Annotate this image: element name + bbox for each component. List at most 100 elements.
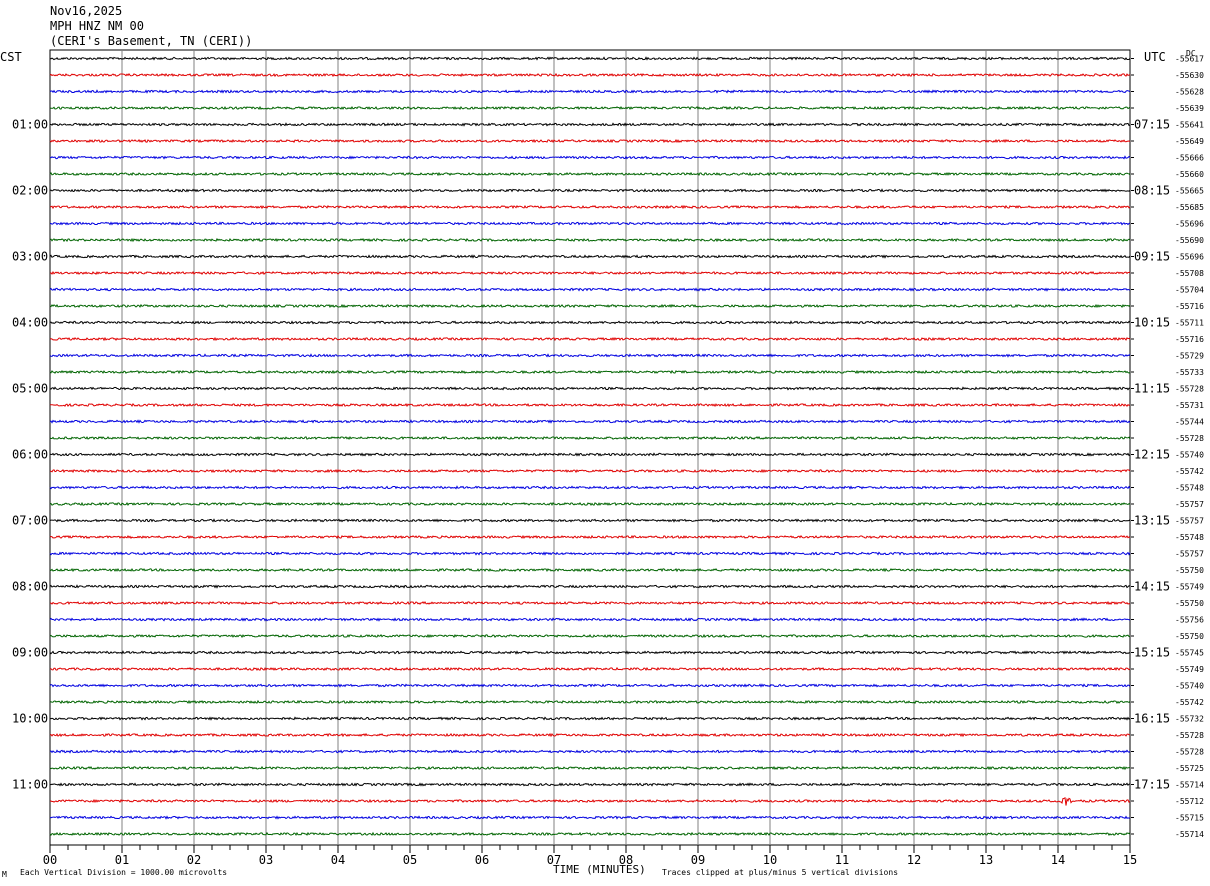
seismic-trace (49, 237, 1131, 243)
right-hour-label: 14:15 (1134, 580, 1170, 594)
seismic-trace (49, 501, 1131, 507)
dc-offset-label: -55714 (1175, 781, 1204, 790)
x-tick-label: 02 (187, 853, 201, 867)
right-hour-label: 17:15 (1134, 778, 1170, 792)
seismic-trace (49, 105, 1131, 111)
dc-offset-label: -55665 (1175, 187, 1204, 196)
clip-note: Traces clipped at plus/minus 5 vertical … (662, 868, 899, 877)
seismic-trace (49, 138, 1131, 144)
dc-offset-label: -55744 (1175, 418, 1204, 427)
dc-offset-label: -55728 (1175, 385, 1204, 394)
seismic-trace (49, 386, 1131, 391)
dc-offset-label: -55729 (1175, 352, 1204, 361)
dc-offset-label: -55641 (1175, 121, 1204, 130)
seismic-trace (49, 72, 1131, 78)
left-hour-label: 03:00 (12, 250, 48, 264)
left-hour-label: 07:00 (12, 514, 48, 528)
seismic-trace (49, 765, 1131, 771)
dc-offset-label: -55690 (1175, 236, 1204, 245)
seismic-trace (49, 122, 1131, 127)
seismic-trace (49, 56, 1131, 61)
dc-offset-label: -55728 (1175, 748, 1204, 757)
seismic-trace (49, 320, 1131, 325)
dc-offset-label: -55757 (1175, 550, 1204, 559)
dc-offset-label: -55757 (1175, 517, 1204, 526)
dc-offset-label: -55716 (1175, 335, 1204, 344)
seismic-trace (49, 600, 1131, 606)
dc-offset-label: -55728 (1175, 731, 1204, 740)
x-axis-title: TIME (MINUTES) (553, 863, 646, 876)
dc-offset-label: -55750 (1175, 566, 1204, 575)
x-tick-label: 09 (691, 853, 705, 867)
seismic-trace (49, 716, 1131, 721)
x-tick-label: 12 (907, 853, 921, 867)
logo: M (2, 870, 7, 879)
x-tick-label: 11 (835, 853, 849, 867)
dc-offset-label: -55750 (1175, 599, 1204, 608)
seismic-trace (49, 567, 1131, 573)
dc-offset-label: -55733 (1175, 368, 1204, 377)
seismic-trace (49, 782, 1131, 787)
seismic-trace (49, 485, 1131, 490)
seismic-trace (49, 303, 1131, 309)
seismic-trace (49, 617, 1131, 622)
plot-frame (49, 49, 1131, 846)
left-hour-label: 04:00 (12, 316, 48, 330)
x-tick-label: 04 (331, 853, 345, 867)
left-hour-label: 10:00 (12, 712, 48, 726)
left-hour-label: 09:00 (12, 646, 48, 660)
seismic-trace (49, 633, 1131, 639)
right-hour-label: 08:15 (1134, 184, 1170, 198)
seismic-trace (49, 353, 1131, 358)
dc-offset-label: -55696 (1175, 220, 1204, 229)
seismic-trace (49, 254, 1131, 259)
dc-offset-label: -55712 (1175, 797, 1204, 806)
dc-offset-label: -55630 (1175, 71, 1204, 80)
seismic-trace (49, 699, 1131, 705)
x-tick-label: 13 (979, 853, 993, 867)
dc-offset-label: -55742 (1175, 698, 1204, 707)
right-hour-label: 16:15 (1134, 712, 1170, 726)
seismic-trace (49, 468, 1131, 474)
x-tick-label: 03 (259, 853, 273, 867)
x-tick-label: 06 (475, 853, 489, 867)
dc-offset-label: -55742 (1175, 467, 1204, 476)
seismic-trace (49, 188, 1131, 193)
dc-offset-label: -55704 (1175, 286, 1204, 295)
seismic-trace (49, 452, 1131, 457)
dc-offset-label: -55728 (1175, 434, 1204, 443)
dc-offset-label: -55715 (1175, 814, 1204, 823)
seismic-trace (49, 815, 1131, 820)
right-hour-label: 09:15 (1134, 250, 1170, 264)
left-hour-label: 01:00 (12, 118, 48, 132)
right-hour-label: 10:15 (1134, 316, 1170, 330)
seismic-trace (49, 584, 1131, 589)
x-tick-label: 15 (1123, 853, 1137, 867)
dc-offset-label: -55740 (1175, 451, 1204, 460)
left-hour-label: 11:00 (12, 778, 48, 792)
dc-offset-label: -55660 (1175, 170, 1204, 179)
dc-offset-label: -55696 (1175, 253, 1204, 262)
seismic-trace (49, 270, 1131, 276)
dc-offset-label: -55749 (1175, 665, 1204, 674)
dc-offset-label: -55725 (1175, 764, 1204, 773)
seismic-trace (49, 666, 1131, 672)
dc-offset-label: -55749 (1175, 583, 1204, 592)
left-hour-label: 06:00 (12, 448, 48, 462)
seismic-trace (49, 650, 1131, 655)
dc-offset-label: -55708 (1175, 269, 1204, 278)
seismic-trace (49, 732, 1131, 738)
seismic-trace (49, 683, 1131, 688)
x-tick-label: 10 (763, 853, 777, 867)
dc-offset-label: -55732 (1175, 715, 1204, 724)
dc-offset-label: -55756 (1175, 616, 1204, 625)
dc-offset-label: -55757 (1175, 500, 1204, 509)
seismic-trace (50, 796, 1131, 806)
dc-offset-label: -55714 (1175, 830, 1204, 839)
dc-offset-label: -55748 (1175, 484, 1204, 493)
right-hour-label: 11:15 (1134, 382, 1170, 396)
dc-offset-label: -55628 (1175, 88, 1204, 97)
x-tick-label: 01 (115, 853, 129, 867)
seismic-trace (49, 336, 1131, 342)
seismic-trace (49, 831, 1131, 837)
